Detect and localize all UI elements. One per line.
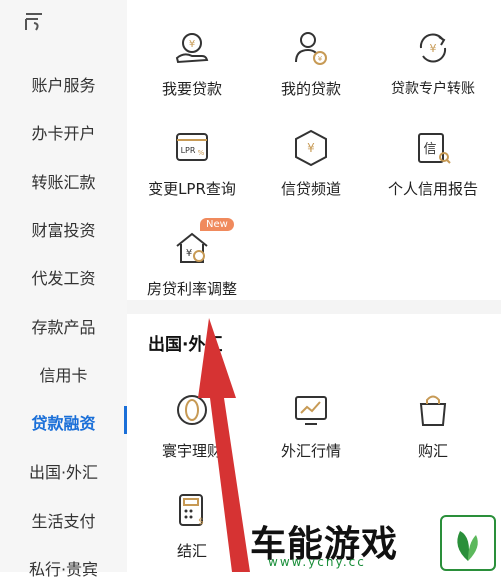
watermark-logo [440, 515, 496, 571]
chart-screen-icon [295, 396, 327, 425]
lpr-card-icon: LPR % [176, 133, 208, 161]
sidebar-item-account[interactable]: 账户服务 [0, 72, 127, 96]
app-logo-icon [25, 13, 42, 31]
svg-text:¥: ¥ [189, 39, 195, 50]
tile-fx-quotes[interactable]: 外汇行情 [251, 390, 371, 461]
watermark-url: www.ycny.cc [268, 555, 366, 569]
tile-label: 贷款专户转账 [391, 81, 475, 97]
sidebar-item-deposit[interactable]: 存款产品 [0, 314, 127, 338]
sidebar-item-open-card[interactable]: 办卡开户 [0, 120, 127, 144]
tile-credit-report[interactable]: 信 个人信用报告 [373, 128, 493, 199]
tile-label: 信贷频道 [280, 180, 341, 198]
tile-apply-loan[interactable]: ¥ 我要贷款 [132, 28, 252, 99]
tile-loan-transfer[interactable]: ¥ 贷款专户转账 [373, 28, 493, 98]
tile-label: 购汇 [417, 442, 448, 460]
tile-label: 个人信用报告 [387, 180, 478, 198]
hand-coin-icon: ¥ [175, 33, 209, 64]
svg-text:LPR: LPR [181, 146, 196, 155]
tile-label: 变更LPR查询 [148, 180, 236, 198]
tile-buy-fx[interactable]: 购汇 [373, 390, 493, 461]
section-divider [127, 300, 501, 314]
tile-label: 我的贷款 [280, 80, 341, 98]
sidebar-item-life-pay[interactable]: 生活支付 [0, 508, 127, 532]
calculator-icon: $ [179, 494, 204, 527]
user-yen-icon: ¥ [295, 32, 327, 65]
tile-lpr-query[interactable]: LPR % 变更LPR查询 [132, 128, 252, 199]
svg-text:¥: ¥ [430, 42, 437, 55]
svg-text:¥: ¥ [186, 248, 192, 259]
shopping-bag-icon [419, 395, 447, 426]
tile-label: 我要贷款 [161, 80, 222, 98]
svg-text:$: $ [198, 517, 204, 527]
sidebar-item-loans[interactable]: 贷款融资 [0, 410, 127, 434]
sidebar-item-forex[interactable]: 出国·外汇 [0, 459, 127, 483]
globe-coin-icon [177, 395, 207, 425]
tile-credit-channel[interactable]: ¥ 信贷频道 [251, 128, 371, 199]
tile-label: 外汇行情 [280, 442, 341, 460]
svg-text:信: 信 [423, 142, 436, 157]
credit-report-icon: 信 [418, 133, 451, 164]
svg-text:¥: ¥ [307, 141, 315, 155]
sidebar-item-credit-card[interactable]: 信用卡 [0, 362, 127, 386]
new-badge: New [200, 218, 234, 231]
sidebar-item-private[interactable]: 私行·贵宾 [0, 556, 127, 580]
tile-global-wealth[interactable]: 寰宇理财 [132, 390, 252, 461]
svg-text:%: % [198, 149, 205, 157]
sidebar: 账户服务 办卡开户 转账汇款 财富投资 代发工资 存款产品 信用卡 贷款融资 出… [0, 0, 127, 579]
hexagon-yen-icon: ¥ [295, 129, 327, 167]
leaf-logo-icon [457, 531, 478, 561]
tile-my-loans[interactable]: ¥ 我的贷款 [251, 28, 371, 99]
section-title-forex: 出国·外汇 [148, 335, 223, 355]
tile-sell-fx[interactable]: $ 结汇 [132, 490, 252, 561]
sidebar-item-transfer[interactable]: 转账汇款 [0, 169, 127, 193]
sidebar-item-wealth[interactable]: 财富投资 [0, 217, 127, 241]
svg-text:¥: ¥ [318, 55, 323, 63]
tile-label: 寰宇理财 [161, 442, 222, 460]
tile-label: 房贷利率调整 [146, 280, 237, 298]
yen-transfer-icon: ¥ [419, 33, 447, 63]
sidebar-item-payroll[interactable]: 代发工资 [0, 265, 127, 289]
house-yen-icon: ¥ [176, 232, 208, 263]
tile-label: 结汇 [176, 542, 207, 560]
tile-mortgage-rate[interactable]: ¥ 房贷利率调整 [132, 228, 252, 299]
